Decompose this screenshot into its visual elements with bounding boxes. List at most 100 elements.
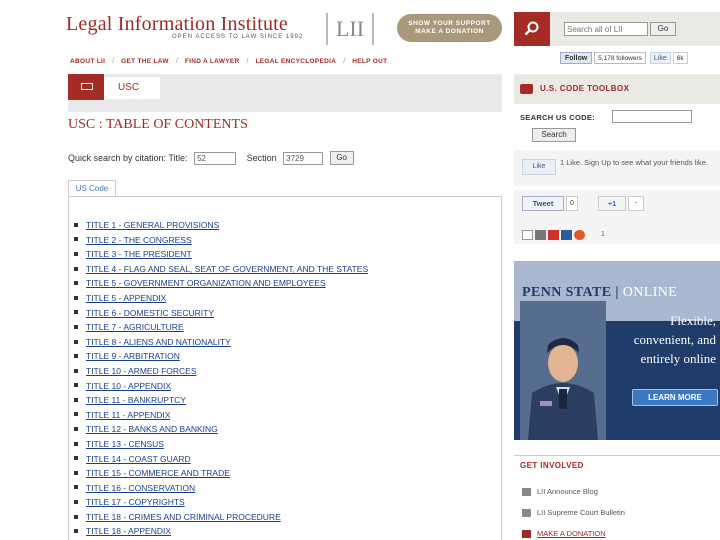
toc-title-link[interactable]: TITLE 11 - APPENDIX [86,410,170,420]
bullet-icon [74,324,78,329]
toc-item: TITLE 18 - CRIMES AND CRIMINAL PROCEDURE [74,510,368,525]
search-us-code-input[interactable] [612,110,692,123]
site-search-go-button[interactable]: Go [650,22,676,36]
main-nav: ABOUT LII / GET THE LAW / FIND A LAWYER / LEGA… [70,55,387,65]
toc-title-link[interactable]: TITLE 2 - THE CONGRESS [86,235,192,245]
like-text: 1 Like. Sign Up to see what your friends… [560,158,708,167]
bullet-icon [74,485,78,490]
title-input[interactable]: 52 [194,151,237,165]
bullet-icon [74,514,78,519]
penn-state-ad[interactable]: PENN STATE | ONLINE Flexible, convenient… [514,261,720,440]
ad-headline-line: entirely online [640,351,716,366]
add-share-icon[interactable] [548,229,559,240]
toc-title-link[interactable]: TITLE 8 - ALIENS AND NATIONALITY [86,337,231,347]
toc-title-link[interactable]: TITLE 7 - AGRICULTURE [86,322,184,332]
section-label: Section [246,153,277,163]
toc-item: TITLE 4 - FLAG AND SEAL, SEAT OF GOVERNM… [74,262,368,277]
nav-separator: / [343,58,346,65]
involved-item-label: LII Announce Blog [537,487,598,496]
ad-headline-line: convenient, and [633,332,716,347]
stumbleupon-icon[interactable] [574,229,585,240]
bullet-icon [74,368,78,373]
toc-item: TITLE 16 - CONSERVATION [74,481,368,496]
toc-item: TITLE 13 - CENSUS [74,437,368,452]
toc-item: TITLE 10 - APPENDIX [74,379,368,394]
toc-title-link[interactable]: TITLE 9 - ARBITRATION [86,351,180,361]
toc-title-link[interactable]: TITLE 5 - GOVERNMENT ORGANIZATION AND EM… [86,278,326,288]
quick-search-go-button[interactable]: Go [329,151,354,165]
facebook-like-button[interactable]: Like [649,52,671,64]
tweet-count: 0 [566,196,578,211]
learn-more-button[interactable]: LEARN MORE [632,389,718,406]
toc-item: TITLE 5 - GOVERNMENT ORGANIZATION AND EM… [74,276,368,291]
tab-us-code[interactable]: US Code [68,180,116,197]
bullet-icon [74,354,78,359]
sidebar-like-button[interactable]: Like [522,159,556,175]
email-icon[interactable] [522,229,533,240]
toc-item: TITLE 12 - BANKS AND BANKING [74,422,368,437]
bullet-icon [74,441,78,446]
bullet-icon [74,427,78,432]
bullet-icon [74,500,78,505]
toc-item: TITLE 9 - ARBITRATION [74,349,368,364]
nav-get-the-law[interactable]: GET THE LAW [121,58,169,65]
toc-title-link[interactable]: TITLE 18 - CRIMES AND CRIMINAL PROCEDURE [86,512,281,522]
google-plus-count: - [628,196,644,211]
nav-help-out[interactable]: HELP OUT [352,58,387,65]
toc-title-link[interactable]: TITLE 3 - THE PRESIDENT [86,249,192,259]
nav-find-a-lawyer[interactable]: FIND A LAWYER [185,58,240,65]
involved-item-bulletin[interactable]: LII Supreme Court Bulletin [522,508,625,520]
nav-legal-encyclopedia[interactable]: LEGAL ENCYCLOPEDIA [255,58,336,65]
toc-item: TITLE 5 - APPENDIX [74,291,368,306]
involved-item-label: MAKE A DONATION [537,529,606,538]
bullet-icon [74,529,78,534]
site-title[interactable]: Legal Information Institute [66,13,288,36]
toolbox-title: U.S. CODE TOOLBOX [540,84,630,93]
social-bar: Follow 5,178 followers Like 6k [560,52,688,66]
google-plus-button[interactable]: +1 [598,196,626,211]
tweet-button[interactable]: Tweet [522,196,564,211]
bullet-icon [74,295,78,300]
search-us-code-button[interactable]: Search [532,128,576,142]
nav-about-lii[interactable]: ABOUT LII [70,58,105,65]
toc-title-link[interactable]: TITLE 1 - GENERAL PROVISIONS [86,220,219,230]
toc-title-link[interactable]: TITLE 11 - BANKRUPTCY [86,395,186,405]
involved-item-blog[interactable]: LII Announce Blog [522,487,598,499]
toc-title-link[interactable]: TITLE 18 - APPENDIX [86,526,171,536]
nav-separator: / [246,58,249,65]
facebook-like-count: 6k [672,52,688,64]
toc-title-link[interactable]: TITLE 17 - COPYRIGHTS [86,497,185,507]
toc-title-link[interactable]: TITLE 15 - COMMERCE AND TRADE [86,468,230,478]
toc-title-link[interactable]: TITLE 14 - COAST GUARD [86,454,191,464]
search-icon[interactable] [514,12,550,46]
toc-title-link[interactable]: TITLE 10 - ARMED FORCES [86,366,197,376]
ad-headline-line: Flexible, [670,313,716,328]
page-title: USC : TABLE OF CONTENTS [68,117,248,132]
toc-title-link[interactable]: TITLE 12 - BANKS AND BANKING [86,424,218,434]
book-icon [68,74,104,100]
involved-item-donate[interactable]: MAKE A DONATION [522,529,606,540]
search-us-code-label: SEARCH US CODE: [520,113,595,122]
quick-search-form: Quick search by citation: Title: 52 Sect… [68,151,354,167]
bullet-icon [74,310,78,315]
toc-title-link[interactable]: TITLE 5 - APPENDIX [86,293,166,303]
twitter-follow-button[interactable]: Follow [560,52,593,64]
toc-title-link[interactable]: TITLE 6 - DOMESTIC SECURITY [86,308,214,318]
section-input[interactable]: 3729 [283,151,324,165]
toc-item: TITLE 11 - BANKRUPTCY [74,393,368,408]
ad-brand-right: ONLINE [622,285,678,300]
print-icon[interactable] [535,229,546,240]
blog-icon [522,488,531,497]
toc-title-link[interactable]: TITLE 16 - CONSERVATION [86,483,195,493]
toc-title-link[interactable]: TITLE 10 - APPENDIX [86,381,171,391]
site-search-input[interactable] [564,22,648,36]
toc-title-link[interactable]: TITLE 4 - FLAG AND SEAL, SEAT OF GOVERNM… [86,264,368,274]
usc-section-tab[interactable]: USC [104,77,160,99]
lii-logo[interactable]: LII [326,13,374,45]
toc-title-link[interactable]: TITLE 13 - CENSUS [86,439,164,449]
toc-item: TITLE 8 - ALIENS AND NATIONALITY [74,335,368,350]
toc-item: TITLE 18 - APPENDIX [74,524,368,539]
donate-button[interactable]: SHOW YOUR SUPPORT MAKE A DONATION [397,14,502,42]
donate-icon [522,530,531,539]
delicious-icon[interactable] [561,229,572,240]
